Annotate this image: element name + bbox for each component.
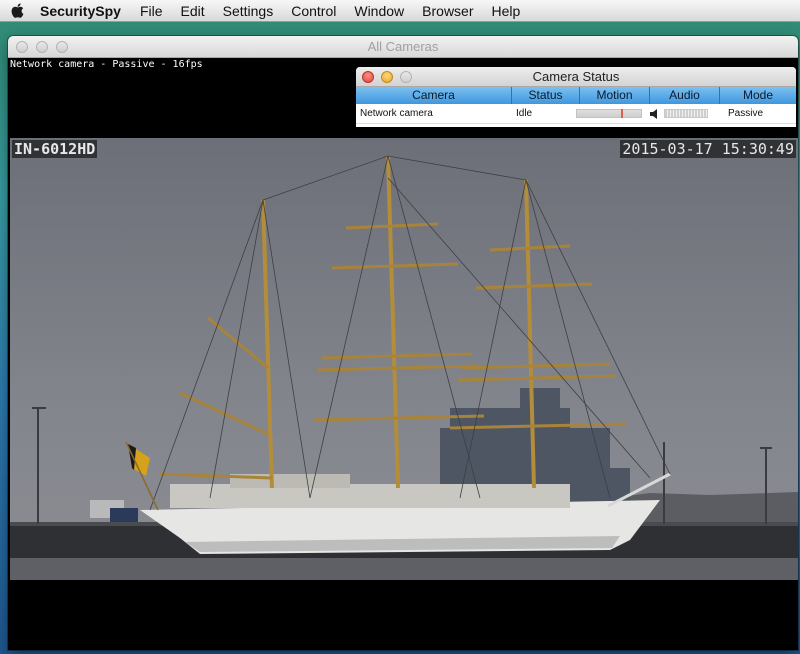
audio-level-meter <box>664 109 708 118</box>
column-status[interactable]: Status <box>512 87 580 104</box>
camera-caption: Network camera - Passive - 16fps <box>10 59 203 70</box>
window-titlebar[interactable]: All Cameras <box>8 36 798 58</box>
window-controls <box>16 41 68 53</box>
menu-file[interactable]: File <box>131 0 172 22</box>
panel-window-controls <box>362 71 412 83</box>
column-camera[interactable]: Camera <box>356 87 512 104</box>
row-camera-name: Network camera <box>360 108 433 119</box>
minimize-button[interactable] <box>36 41 48 53</box>
menu-help[interactable]: Help <box>483 0 530 22</box>
camera-status-panel: Camera Status Camera Status Motion Audio… <box>356 67 796 127</box>
status-panel-titlebar[interactable]: Camera Status <box>356 67 796 87</box>
row-status: Idle <box>516 108 533 119</box>
menu-window[interactable]: Window <box>345 0 413 22</box>
camera-area: Network camera - Passive - 16fps IN-6012… <box>8 58 798 650</box>
panel-close-button[interactable] <box>362 71 374 83</box>
row-audio <box>650 108 720 119</box>
harbor-scene-image <box>10 138 798 580</box>
column-mode[interactable]: Mode <box>720 87 796 104</box>
motion-meter <box>576 109 642 118</box>
menu-control[interactable]: Control <box>282 0 345 22</box>
menu-app-name[interactable]: SecuritySpy <box>34 0 131 22</box>
camera-timestamp-overlay: 2015-03-17 15:30:49 <box>620 140 796 158</box>
close-button[interactable] <box>16 41 28 53</box>
camera-name-overlay: IN-6012HD <box>12 140 98 158</box>
zoom-button[interactable] <box>56 41 68 53</box>
all-cameras-window: All Cameras Network camera - Passive - 1… <box>8 36 798 650</box>
menu-bar: SecuritySpy File Edit Settings Control W… <box>0 0 800 22</box>
column-motion[interactable]: Motion <box>580 87 650 104</box>
menu-browser[interactable]: Browser <box>413 0 482 22</box>
status-panel-title: Camera Status <box>532 69 620 84</box>
row-mode: Passive <box>728 108 764 119</box>
panel-minimize-button[interactable] <box>381 71 393 83</box>
camera-video-feed[interactable]: IN-6012HD 2015-03-17 15:30:49 <box>10 138 798 580</box>
window-title: All Cameras <box>367 39 439 54</box>
apple-icon[interactable] <box>0 3 34 18</box>
motion-level-marker <box>620 109 623 118</box>
menu-settings[interactable]: Settings <box>214 0 283 22</box>
table-row[interactable]: Network camera Idle Passive <box>356 104 796 124</box>
column-audio[interactable]: Audio <box>650 87 720 104</box>
row-motion <box>576 109 650 118</box>
status-table-header: Camera Status Motion Audio Mode <box>356 87 796 104</box>
speaker-icon <box>650 108 659 119</box>
menu-edit[interactable]: Edit <box>172 0 214 22</box>
panel-zoom-button[interactable] <box>400 71 412 83</box>
